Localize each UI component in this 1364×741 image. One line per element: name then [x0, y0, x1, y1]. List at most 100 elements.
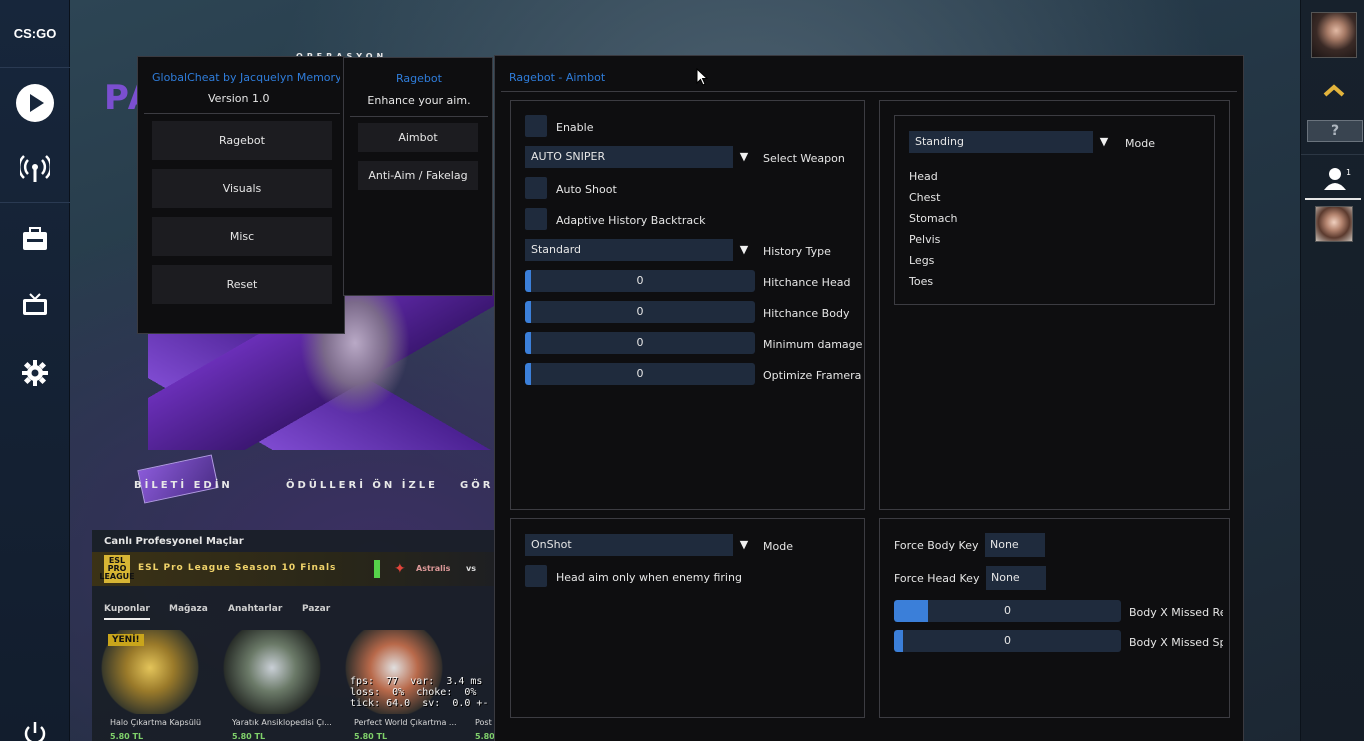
player-avatar[interactable]	[1311, 12, 1357, 58]
body-missed-sp-slider[interactable]: 0	[894, 630, 1121, 652]
hitchance-body-slider[interactable]: 0	[525, 301, 755, 323]
ragebot-subtitle: Enhance your aim.	[367, 94, 471, 107]
shot-mode-group: OnShot ▼ Mode Head aim only when enemy f…	[510, 518, 865, 718]
slider-fill	[894, 600, 928, 622]
friends-underline	[1305, 198, 1361, 200]
menu-visuals-button[interactable]: Visuals	[152, 169, 332, 208]
shot-mode-label: Mode	[763, 540, 793, 553]
hitbox-item-stomach[interactable]: Stomach	[909, 212, 958, 225]
slider-value: 0	[636, 367, 644, 380]
hitbox-item-toes[interactable]: Toes	[909, 275, 933, 288]
net-graph-overlay: fps: 77 var: 3.4 ms loss: 0% choke: 0% t…	[350, 676, 489, 709]
hitbox-subgroup: Standing ▼ Mode Head Chest Stomach Pelvi…	[894, 115, 1215, 305]
new-badge: YENİ!	[108, 634, 144, 646]
tab-store[interactable]: Mağaza	[169, 604, 208, 618]
enable-checkbox[interactable]	[525, 115, 547, 137]
store-item-name: Yaratık Ansiklopedisi Çı...	[232, 718, 332, 727]
pro-match-row[interactable]: ESL PRO LEAGUE ESL Pro League Season 10 …	[92, 552, 494, 586]
ragebot-title: Ragebot	[396, 72, 442, 85]
auto-shoot-checkbox[interactable]	[525, 177, 547, 199]
slider-value: 0	[636, 336, 644, 349]
main-nav-rail: CS:GO	[0, 0, 70, 741]
slider-value: 0	[1004, 634, 1011, 647]
slider-value: 0	[1004, 604, 1011, 617]
astralis-logo-icon: ✦	[394, 561, 406, 577]
aimbot-window-title: Ragebot - Aimbot	[509, 71, 606, 84]
cheat-title: GlobalCheat by Jacquelyn Memoryh	[152, 71, 340, 84]
menu-misc-button[interactable]: Misc	[152, 217, 332, 256]
slider-fill	[525, 363, 531, 385]
body-missed-re-slider[interactable]: 0	[894, 600, 1121, 622]
slider-fill	[525, 301, 531, 323]
force-head-key-input[interactable]: None	[986, 566, 1046, 590]
slider-value: 0	[636, 274, 644, 287]
play-icon[interactable]	[12, 80, 58, 126]
friends-rail: ? 1	[1300, 0, 1364, 741]
hitbox-group: Standing ▼ Mode Head Chest Stomach Pelvi…	[879, 100, 1230, 510]
force-body-key-input[interactable]: None	[985, 533, 1045, 557]
aimbot-window: Ragebot - Aimbot Enable AUTO SNIPER ▼ Se…	[494, 55, 1244, 741]
anti-aim-button[interactable]: Anti-Aim / Fakelag	[358, 161, 478, 190]
tv-icon[interactable]	[12, 282, 58, 328]
head-aim-label: Head aim only when enemy firing	[556, 571, 742, 584]
history-type-value: Standard	[531, 243, 582, 256]
hitbox-item-chest[interactable]: Chest	[909, 191, 940, 204]
store-item[interactable]: YENİ! Halo Çıkartma Kapsülü 5.80 TL	[92, 630, 210, 741]
store-item-price: 5.80 TL	[232, 732, 266, 741]
hitbox-item-head[interactable]: Head	[909, 170, 938, 183]
tab-keys[interactable]: Anahtarlar	[228, 604, 282, 618]
tab-coupons[interactable]: Kuponlar	[104, 604, 150, 620]
hitchance-head-slider[interactable]: 0	[525, 270, 755, 292]
hitbox-mode-value: Standing	[915, 135, 965, 148]
svg-text:1: 1	[1346, 168, 1351, 177]
store-item-name: Perfect World Çıkartma ...	[354, 718, 457, 727]
minimum-damage-slider[interactable]: 0	[525, 332, 755, 354]
aimbot-button[interactable]: Aimbot	[358, 123, 478, 152]
league-name: ESL Pro League Season 10 Finals	[138, 563, 337, 573]
friends-icon[interactable]: 1	[1323, 166, 1351, 196]
chevron-up-icon[interactable]	[1323, 82, 1345, 101]
view-link[interactable]: GÖR	[460, 480, 493, 491]
store-item-name: Halo Çıkartma Kapsülü	[110, 718, 202, 727]
pro-matches-panel: Canlı Profesyonel Maçlar ESL PRO LEAGUE …	[92, 530, 494, 741]
force-head-key-label: Force Head Key	[894, 572, 980, 585]
force-keys-group: Force Body Key None Force Head Key None …	[879, 518, 1230, 718]
tab-market[interactable]: Pazar	[302, 604, 330, 618]
backtrack-checkbox[interactable]	[525, 208, 547, 230]
store-item-name: Post	[475, 718, 492, 727]
shot-mode-value: OnShot	[531, 538, 572, 551]
optimize-framerate-slider[interactable]: 0	[525, 363, 755, 385]
versus-label: vs	[466, 564, 476, 573]
help-icon[interactable]: ?	[1307, 120, 1363, 142]
head-aim-checkbox[interactable]	[525, 565, 547, 587]
friend-avatar[interactable]	[1315, 206, 1353, 242]
broadcast-icon[interactable]	[12, 146, 58, 192]
menu-reset-button[interactable]: Reset	[152, 265, 332, 304]
cheat-main-window: GlobalCheat by Jacquelyn Memoryh Version…	[137, 56, 345, 334]
inventory-icon[interactable]	[12, 216, 58, 262]
menu-ragebot-button[interactable]: Ragebot	[152, 121, 332, 160]
slider-fill	[525, 270, 531, 292]
slider-fill	[894, 630, 903, 652]
hitbox-item-legs[interactable]: Legs	[909, 254, 934, 267]
history-type-select[interactable]: Standard ▼	[525, 239, 755, 261]
dropdown-arrow-icon: ▼	[733, 534, 755, 556]
power-icon[interactable]	[12, 710, 58, 741]
hitbox-mode-label: Mode	[1125, 137, 1155, 150]
preview-rewards-link[interactable]: ÖDÜLLERİ ÖN İZLE	[286, 480, 438, 491]
settings-gear-icon[interactable]	[12, 350, 58, 396]
shot-mode-select[interactable]: OnShot ▼	[525, 534, 755, 556]
get-ticket-link[interactable]: BİLETİ EDİN	[134, 480, 233, 491]
version-label: Version 1.0	[208, 92, 270, 105]
optimize-framerate-label: Optimize Framera	[763, 369, 862, 382]
hitchance-head-label: Hitchance Head	[763, 276, 851, 289]
hitbox-mode-select[interactable]: Standing ▼	[909, 131, 1115, 153]
aimbot-general-group: Enable AUTO SNIPER ▼ Select Weapon Auto …	[510, 100, 865, 510]
csgo-logo: CS:GO	[0, 0, 70, 68]
weapon-label: Select Weapon	[763, 152, 845, 165]
hitbox-item-pelvis[interactable]: Pelvis	[909, 233, 940, 246]
weapon-select[interactable]: AUTO SNIPER ▼	[525, 146, 755, 168]
team-name: Astralis	[416, 564, 451, 573]
store-item[interactable]: Yaratık Ansiklopedisi Çı... 5.80 TL	[214, 630, 332, 741]
pro-matches-title: Canlı Profesyonel Maçlar	[104, 536, 244, 547]
